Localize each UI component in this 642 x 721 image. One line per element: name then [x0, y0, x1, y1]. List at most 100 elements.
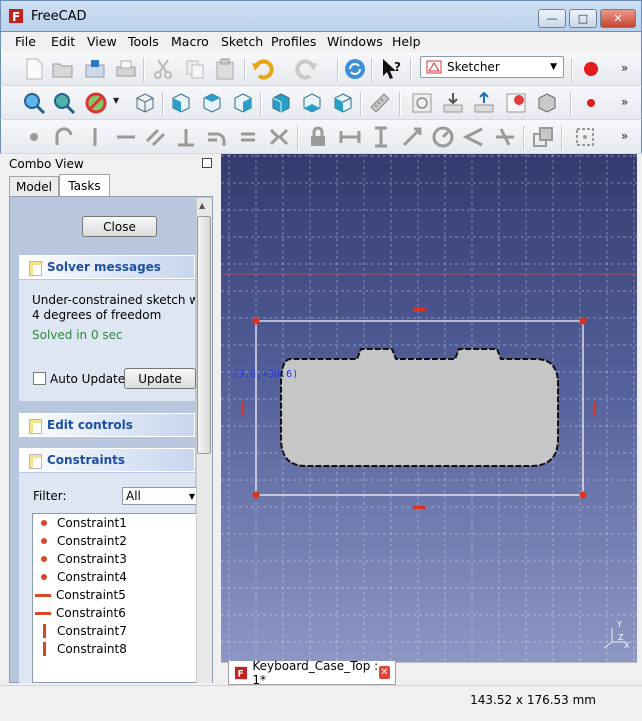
cut-icon[interactable]: [151, 57, 175, 81]
rear-view-icon[interactable]: [269, 91, 293, 115]
3d-viewport[interactable]: (3.6,+38.6) Y Z X: [221, 154, 637, 662]
toolbar-overflow-chevron-3[interactable]: »: [621, 129, 628, 143]
select-constraints-icon[interactable]: [573, 125, 597, 149]
menu-view[interactable]: View: [87, 32, 117, 52]
close-tab-icon[interactable]: ✕: [378, 666, 390, 679]
document-tab[interactable]: F Keyboard_Case_Top : 1* ✕: [228, 659, 396, 687]
angle-constraint-icon[interactable]: [462, 125, 486, 149]
keyboard-case-profile[interactable]: [280, 348, 559, 467]
menu-profiles[interactable]: Profiles: [271, 32, 316, 52]
constraint-item[interactable]: Constraint6: [33, 604, 183, 622]
tab-model[interactable]: Model: [9, 176, 59, 197]
corner-point[interactable]: [252, 491, 260, 499]
record-macro-icon[interactable]: [581, 59, 601, 79]
front-view-icon[interactable]: [169, 91, 193, 115]
draw-style-dropdown-arrow[interactable]: ▼: [113, 96, 119, 105]
top-view-icon[interactable]: [200, 91, 224, 115]
edit-controls-header[interactable]: Edit controls: [19, 413, 195, 437]
tab-tasks[interactable]: Tasks: [59, 174, 110, 197]
radius-constraint-icon[interactable]: [431, 125, 455, 149]
menu-macro[interactable]: Macro: [171, 32, 209, 52]
arc-tool-icon[interactable]: [52, 125, 76, 149]
constraint-item[interactable]: Constraint1: [33, 514, 183, 532]
bottom-view-icon[interactable]: [300, 91, 324, 115]
menu-file[interactable]: File: [15, 32, 36, 52]
menu-edit[interactable]: Edit: [51, 32, 75, 52]
menu-windows[interactable]: Windows: [327, 32, 383, 52]
sketch-canvas[interactable]: (3.6,+38.6) Y Z X: [221, 154, 637, 662]
undo-icon[interactable]: [251, 57, 275, 81]
parallel-constraint-icon[interactable]: [144, 125, 168, 149]
scroll-up-icon[interactable]: ▲: [199, 201, 205, 210]
point-constraint-icon: [41, 520, 47, 526]
symmetric-constraint-icon[interactable]: [267, 125, 291, 149]
copy-icon[interactable]: [183, 57, 207, 81]
maximize-button[interactable]: □: [569, 9, 597, 28]
create-part-icon[interactable]: [410, 91, 434, 115]
tangent-constraint-icon[interactable]: [205, 125, 229, 149]
new-file-icon[interactable]: [22, 57, 46, 81]
section-note-icon: [29, 261, 42, 276]
whats-this-icon[interactable]: ?: [380, 57, 404, 81]
open-file-icon[interactable]: [51, 57, 75, 81]
save-file-icon[interactable]: [83, 57, 107, 81]
corner-point[interactable]: [579, 491, 587, 499]
scrollbar-thumb[interactable]: [197, 216, 211, 454]
constraint-item[interactable]: Constraint4: [33, 568, 183, 586]
fit-all-icon[interactable]: [22, 91, 46, 115]
update-button[interactable]: Update: [124, 368, 196, 389]
workbench-selector[interactable]: Sketcher ▼: [420, 56, 564, 78]
filter-select[interactable]: All ▼: [122, 487, 198, 505]
toggle-construction-icon[interactable]: [531, 125, 555, 149]
constraint-item[interactable]: Constraint3: [33, 550, 183, 568]
menu-tools[interactable]: Tools: [128, 32, 159, 52]
draw-style-icon[interactable]: [84, 91, 108, 115]
constraint-label: Constraint6: [56, 606, 126, 620]
constraint-item[interactable]: Constraint7: [33, 622, 183, 640]
solver-messages-header[interactable]: Solver messages: [19, 255, 195, 279]
part-design-icon[interactable]: [535, 91, 559, 115]
isometric-view-icon[interactable]: [133, 91, 157, 115]
svg-text:F: F: [12, 10, 20, 24]
toolbar-overflow-chevron-2[interactable]: »: [621, 95, 628, 109]
corner-point[interactable]: [579, 317, 587, 325]
refresh-icon[interactable]: [343, 57, 367, 81]
minimize-button[interactable]: —: [538, 9, 566, 28]
lock-constraint-icon[interactable]: [306, 125, 330, 149]
constraint-item[interactable]: Constraint5: [33, 586, 183, 604]
web-browser-icon[interactable]: [504, 91, 528, 115]
menu-help[interactable]: Help: [392, 32, 421, 52]
corner-point[interactable]: [252, 317, 260, 325]
horizontal-line-icon[interactable]: [114, 125, 138, 149]
stop-macro-icon[interactable]: [581, 93, 601, 113]
constraints-header[interactable]: Constraints: [19, 448, 195, 472]
menu-sketch[interactable]: Sketch: [221, 32, 263, 52]
redo-icon[interactable]: [294, 57, 318, 81]
length-constraint-icon[interactable]: [400, 125, 424, 149]
chevron-down-icon: ▼: [550, 62, 557, 72]
close-window-button[interactable]: ✕: [600, 9, 636, 28]
horizontal-distance-icon[interactable]: [338, 125, 362, 149]
toolbar-overflow-chevron[interactable]: »: [621, 61, 628, 75]
paste-icon[interactable]: [213, 57, 237, 81]
left-view-icon[interactable]: [331, 91, 355, 115]
equal-constraint-icon[interactable]: [236, 125, 260, 149]
solver-status: Solved in 0 sec: [32, 328, 123, 342]
undock-icon[interactable]: [202, 158, 212, 168]
constraint-label: Constraint8: [57, 642, 127, 656]
snells-law-icon[interactable]: [493, 125, 517, 149]
vertical-distance-icon[interactable]: [369, 125, 393, 149]
right-view-icon[interactable]: [231, 91, 255, 115]
import-icon[interactable]: [441, 91, 465, 115]
measure-ruler-icon[interactable]: [368, 91, 392, 115]
point-tool-icon[interactable]: [22, 125, 46, 149]
print-icon[interactable]: [114, 57, 138, 81]
close-task-button[interactable]: Close: [82, 216, 157, 237]
fit-selection-icon[interactable]: [52, 91, 76, 115]
constraint-item[interactable]: Constraint2: [33, 532, 183, 550]
export-icon[interactable]: [472, 91, 496, 115]
auto-update-checkbox[interactable]: [33, 372, 46, 385]
vertical-line-icon[interactable]: [83, 125, 107, 149]
perpendicular-constraint-icon[interactable]: [174, 125, 198, 149]
constraint-item[interactable]: Constraint8: [33, 640, 183, 658]
